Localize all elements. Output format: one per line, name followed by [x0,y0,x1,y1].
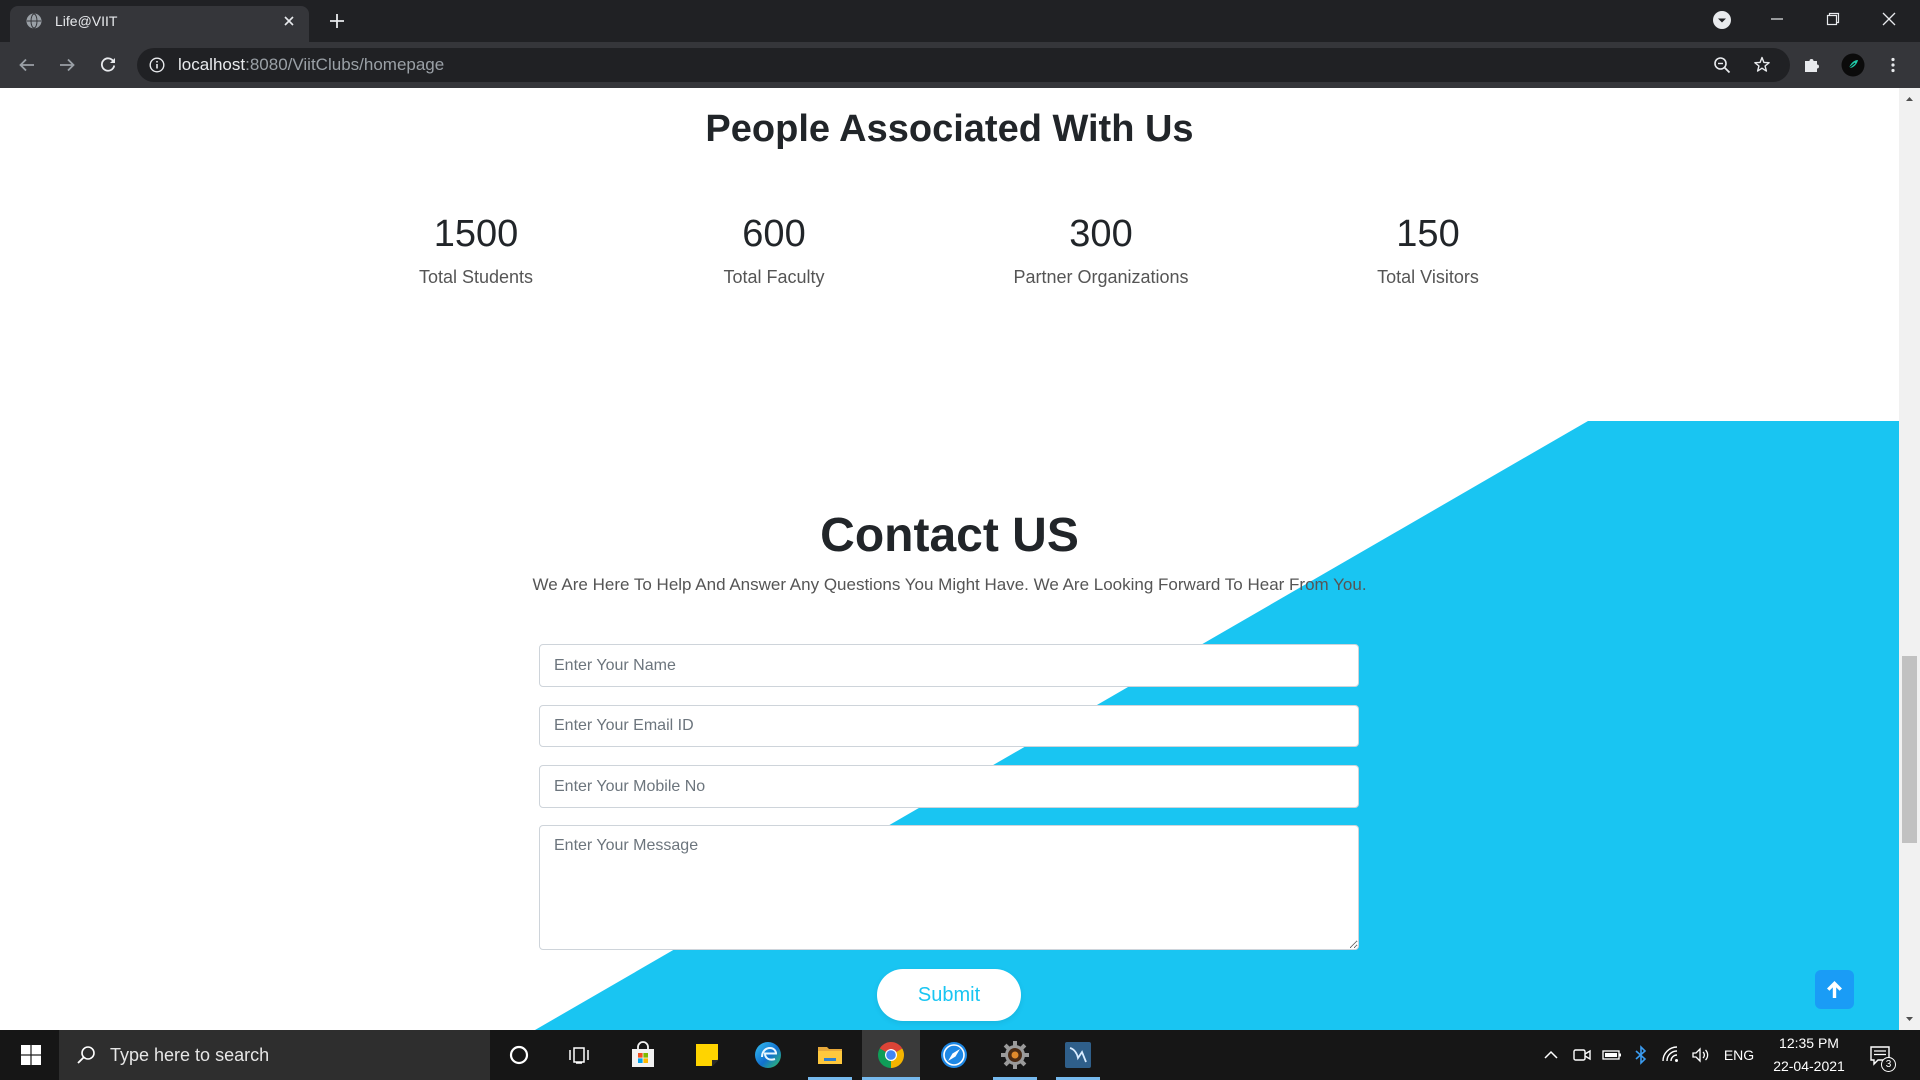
task-view-icon[interactable] [568,1044,590,1066]
url-text: localhost:8080/ViitClubs/homepage [178,48,444,82]
taskbar-app-chrome[interactable] [862,1030,920,1080]
meet-now-icon[interactable] [1572,1045,1592,1065]
search-placeholder: Type here to search [110,1045,270,1065]
site-info-icon[interactable] [149,57,165,73]
stat-value: 600 [742,213,806,255]
new-tab-icon[interactable] [330,14,344,28]
taskbar-app-store[interactable] [614,1030,672,1080]
profile-avatar[interactable] [1841,53,1865,77]
minimize-icon[interactable] [1770,12,1784,26]
wifi-icon[interactable] [1661,1045,1681,1065]
compass-app-icon [941,1042,967,1068]
page-scrollbar[interactable] [1899,88,1920,1030]
search-icon [76,1045,96,1065]
url-host: localhost [178,55,246,74]
forward-icon[interactable] [58,56,76,74]
globe-icon [26,13,42,29]
taskbar-app-file-explorer[interactable] [801,1030,859,1080]
clock-time: 12:35 PM [1779,1035,1839,1051]
store-icon [632,1041,654,1067]
stat-value: 1500 [433,213,519,255]
stat-value: 300 [1069,213,1133,255]
scroll-to-top-button[interactable] [1815,970,1854,1009]
name-input[interactable] [539,644,1359,687]
stat-value: 150 [1396,213,1460,255]
scroll-down-arrow-icon[interactable] [1899,1009,1920,1030]
address-bar[interactable]: localhost:8080/ViitClubs/homepage [137,48,1790,82]
extensions-icon[interactable] [1803,56,1821,74]
edge-icon [755,1042,781,1068]
taskbar-app-compass[interactable] [925,1030,983,1080]
chrome-icon [877,1041,905,1068]
stat-total-faculty: 600 Total Faculty [624,213,924,288]
file-explorer-icon [818,1047,842,1064]
windows-start-icon[interactable] [21,1045,41,1065]
web-page: People Associated With Us 1500 Total Stu… [0,88,1899,1030]
back-icon[interactable] [18,56,36,74]
stat-label: Total Faculty [723,267,825,287]
browser-tab-strip: Life@VIIT [0,0,1920,42]
contact-section-subtitle: We Are Here To Help And Answer Any Quest… [532,575,1367,594]
contact-section-title: Contact US [820,509,1079,562]
arrow-up-icon [1826,980,1843,999]
stat-label: Partner Organizations [1013,267,1189,287]
input-language[interactable]: ENG [1722,1030,1756,1080]
stats-section-title: People Associated With Us [705,108,1194,150]
gear-app-icon [1001,1041,1029,1069]
close-tab-icon[interactable] [284,16,294,26]
scroll-up-arrow-icon[interactable] [1899,88,1920,109]
taskbar-app-sticky-notes[interactable] [678,1030,736,1080]
workbench-app-icon [1065,1042,1091,1068]
browser-tab-active[interactable]: Life@VIIT [10,6,309,42]
stat-total-students: 1500 Total Students [326,213,626,288]
notification-count-badge: 3 [1881,1057,1896,1072]
submit-button[interactable]: Submit [877,969,1021,1021]
restore-icon[interactable] [1826,12,1840,26]
stat-label: Total Visitors [1377,267,1479,287]
url-path: :8080/ViitClubs/homepage [245,55,445,74]
scrollbar-thumb[interactable] [1902,656,1917,843]
stat-label: Total Students [418,267,534,287]
stat-partner-organizations: 300 Partner Organizations [951,213,1251,288]
message-textarea[interactable] [539,825,1359,950]
battery-icon[interactable] [1602,1045,1622,1065]
close-window-icon[interactable] [1882,12,1896,26]
bookmark-star-icon[interactable] [1753,56,1771,74]
show-hidden-icons-chevron-icon[interactable] [1541,1045,1561,1065]
browser-toolbar: localhost:8080/ViitClubs/homepage [0,42,1920,88]
clock-date: 22-04-2021 [1773,1058,1845,1074]
mobile-input[interactable] [539,765,1359,808]
sticky-notes-icon [696,1044,719,1067]
taskbar-clock[interactable]: 12:35 PM 22-04-2021 [1769,1030,1849,1080]
bluetooth-icon[interactable] [1631,1045,1651,1065]
volume-icon[interactable] [1691,1045,1711,1065]
browser-menu-icon[interactable] [1884,56,1902,74]
cortana-icon[interactable] [509,1045,529,1065]
taskbar-search-box[interactable]: Type here to search [59,1030,490,1080]
taskbar-app-workbench[interactable] [1049,1030,1107,1080]
stat-total-visitors: 150 Total Visitors [1278,213,1578,288]
taskbar-app-gear[interactable] [986,1030,1044,1080]
windows-taskbar: Type here to search ENG 12:35 PM 22-04-2… [0,1030,1920,1080]
tab-search-icon[interactable] [1712,10,1732,30]
taskbar-app-edge[interactable] [739,1030,797,1080]
zoom-icon[interactable] [1713,56,1731,74]
reload-icon[interactable] [99,56,117,74]
tab-title: Life@VIIT [55,13,118,29]
email-input[interactable] [539,705,1359,747]
